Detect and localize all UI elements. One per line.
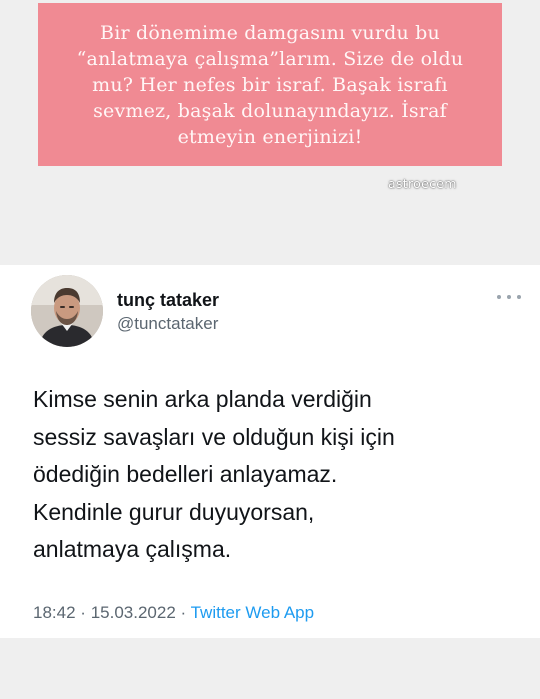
dot bbox=[507, 295, 511, 299]
display-name[interactable]: tunç tataker bbox=[117, 290, 219, 311]
tweet-text-line: ödediğin bedelleri anlayamaz. bbox=[33, 461, 338, 487]
user-handle[interactable]: @tunctataker bbox=[117, 314, 218, 334]
more-horizontal-icon[interactable] bbox=[497, 289, 521, 305]
avatar[interactable] bbox=[31, 275, 103, 347]
meta-separator: · bbox=[180, 603, 187, 622]
tweet-source-link[interactable]: Twitter Web App bbox=[191, 603, 314, 622]
tweet-text: Kimse senin arka planda verdiğin sessiz … bbox=[33, 381, 513, 569]
tweet-text-line: Kimse senin arka planda verdiğin bbox=[33, 386, 372, 412]
meta-separator: · bbox=[80, 603, 86, 622]
watermark: astroecem bbox=[388, 176, 457, 191]
avatar-photo bbox=[31, 275, 103, 347]
dot bbox=[497, 295, 501, 299]
caption-line: mu? Her nefes bir israf. Başak israfı bbox=[92, 73, 448, 96]
story-caption: Bir dönemime damgasını vurdu bu “anlatma… bbox=[77, 20, 464, 150]
caption-line: etmeyin enerjinizi! bbox=[177, 125, 363, 148]
dot bbox=[517, 295, 521, 299]
tweet-text-line: Kendinle gurur duyuyorsan, bbox=[33, 498, 315, 525]
tweet-meta: 18:42 · 15.03.2022 · Twitter Web App bbox=[33, 603, 314, 623]
caption-line: Bir dönemime damgasını vurdu bu bbox=[100, 21, 440, 44]
tweet-time[interactable]: 18:42 bbox=[33, 603, 76, 622]
tweet-text-line: anlatmaya çalışma. bbox=[33, 536, 232, 562]
caption-line: “anlatmaya çalışma”larım. Size de oldu bbox=[76, 47, 464, 70]
tweet-text-line: sessiz savaşları ve olduğun kişi için bbox=[33, 423, 395, 450]
tweet-date[interactable]: 15.03.2022 bbox=[91, 603, 176, 622]
caption-line: sevmez, başak dolunayındayız. İsraf bbox=[93, 99, 447, 122]
story-caption-box: Bir dönemime damgasını vurdu bu “anlatma… bbox=[38, 3, 502, 166]
